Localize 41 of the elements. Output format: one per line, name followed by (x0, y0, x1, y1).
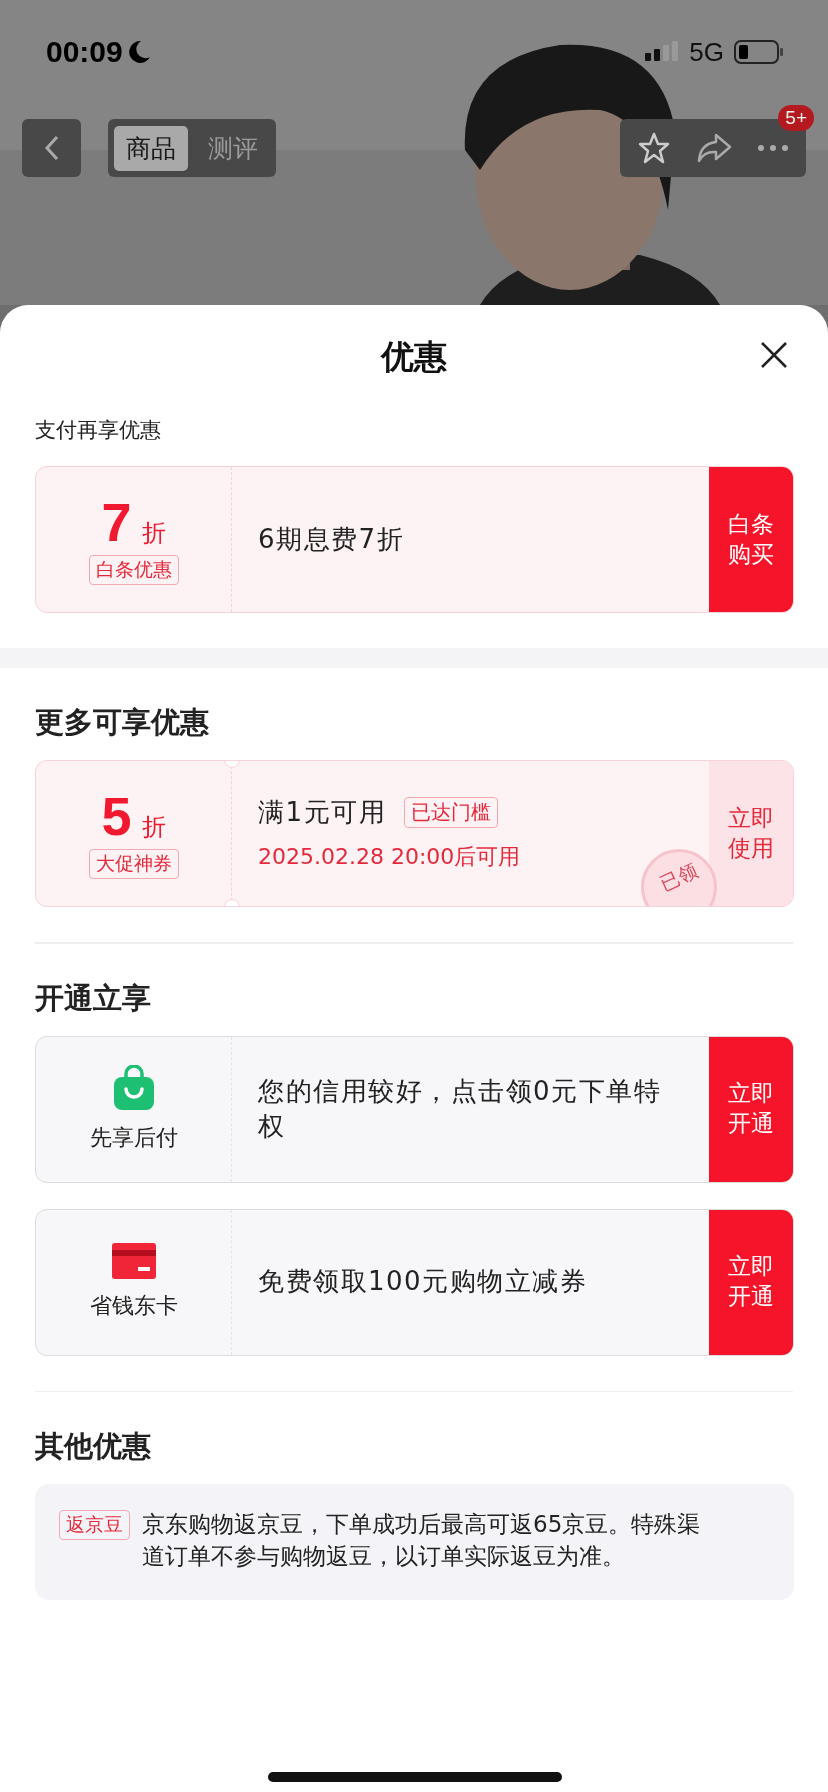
valid-time: 2025.02.28 20:00后可用 (258, 843, 522, 872)
nav-tab[interactable]: 商品 (114, 125, 188, 171)
discount-unit: 折 (141, 520, 166, 545)
action-button[interactable]: 立即使用 (709, 761, 793, 906)
nav-tab[interactable]: 测评 (196, 125, 270, 171)
offer-text: 6期息费7折 (258, 522, 405, 556)
discount-unit: 折 (141, 814, 166, 839)
action-button[interactable]: 立即开通 (709, 1036, 793, 1182)
service-name: 省钱东卡 (89, 1292, 178, 1320)
section-heading: 支付再享优惠 (35, 417, 162, 444)
back-icon (43, 134, 60, 162)
notification-badge: 5+ (778, 105, 814, 131)
offer-text: 您的信用较好，点击领0元下单特权 (258, 1074, 663, 1143)
info-text: 京东购物返京豆，下单成功后最高可返65京豆。特殊渠道订单不参与购物返豆，以订单实际返豆为准。 (142, 1510, 702, 1572)
offer-text: 满1元可用 (258, 795, 387, 829)
bean-tag: 返京豆 (59, 1510, 130, 1540)
claimed-stamp: 已领 (641, 849, 717, 906)
discount-value: 7 (101, 494, 132, 549)
card-icon (111, 1243, 156, 1279)
battery-icon (734, 39, 784, 65)
back-button[interactable] (22, 119, 81, 177)
offer-text: 免费领取100元购物立减券 (258, 1265, 589, 1299)
status-time: 00:09 (46, 35, 123, 69)
share-icon[interactable] (696, 132, 732, 164)
action-button[interactable]: 立即开通 (709, 1209, 793, 1355)
coupon-tag: 白条优惠 (88, 554, 179, 585)
discount-value: 5 (101, 788, 132, 843)
shopping-bag-icon (111, 1065, 156, 1111)
section-heading: 开通立享 (35, 979, 152, 1016)
service-name: 先享后付 (89, 1124, 178, 1152)
star-icon[interactable] (636, 131, 671, 165)
more-icon[interactable] (757, 144, 790, 152)
sheet-title: 优惠 (381, 336, 447, 378)
threshold-tag: 已达门槛 (404, 797, 499, 828)
moon-icon (126, 39, 151, 65)
close-icon[interactable] (760, 341, 788, 369)
section-heading: 更多可享优惠 (35, 704, 210, 740)
section-heading: 其他优惠 (35, 1428, 152, 1464)
coupon-tag: 大促神券 (88, 848, 179, 879)
network-label: 5G (689, 36, 724, 68)
action-button[interactable]: 白条购买 (709, 467, 793, 612)
